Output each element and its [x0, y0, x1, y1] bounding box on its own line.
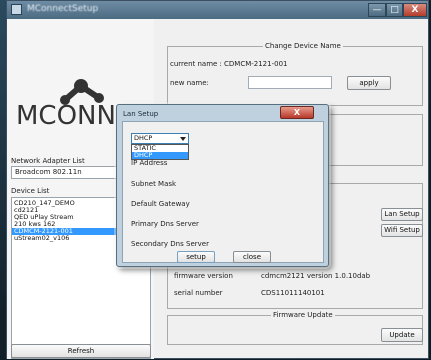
device-list-label: Device List: [11, 187, 50, 195]
setup-button[interactable]: setup: [177, 251, 215, 263]
apply-button[interactable]: apply: [347, 76, 391, 90]
refresh-button[interactable]: Refresh: [11, 344, 151, 358]
dialog-close-button[interactable]: close: [233, 251, 271, 263]
wifi-setup-button[interactable]: Wifi Setup: [381, 224, 423, 237]
new-name-label: new name:: [170, 79, 209, 87]
serial-number-label: serial number: [174, 289, 223, 297]
primary-dns-label: Primary Dns Server: [131, 220, 199, 228]
ip-mode-value: DHCP: [134, 134, 153, 142]
default-gateway-label: Default Gateway: [131, 200, 190, 208]
firmware-version-label: firmware version: [174, 272, 233, 280]
firmware-update-title: Firmware Update: [271, 311, 335, 319]
subnet-mask-label: Subnet Mask: [131, 180, 177, 188]
current-name-value: CDMCM-2121-001: [224, 60, 288, 68]
lan-setup-dialog: Lan Setup X DHCP STATIC DHCP IP Address …: [116, 104, 329, 267]
secondary-dns-label: Secondary Dns Server: [131, 240, 209, 248]
app-icon: [11, 4, 22, 15]
lan-dialog-close-icon[interactable]: X: [280, 106, 314, 119]
ip-mode-options: STATIC DHCP: [131, 144, 189, 160]
window-title: MConnectSetup: [27, 4, 99, 14]
new-name-input[interactable]: [248, 76, 332, 89]
title-bar[interactable]: MConnectSetup — □ X: [7, 1, 428, 19]
chevron-down-icon: [180, 137, 186, 141]
lan-dialog-title[interactable]: Lan Setup: [123, 110, 158, 118]
update-button[interactable]: Update: [381, 328, 423, 342]
ip-mode-select[interactable]: DHCP: [131, 133, 189, 144]
ip-address-label: IP Address: [131, 159, 168, 167]
ip-mode-option-dhcp[interactable]: DHCP: [132, 152, 188, 159]
close-button[interactable]: X: [403, 3, 427, 17]
current-name-label: current name :: [170, 60, 222, 68]
serial-number-value: CDS11011140101: [261, 289, 325, 297]
lan-dialog-body: DHCP STATIC DHCP IP Address Subnet Mask …: [122, 121, 324, 263]
minimize-button[interactable]: —: [368, 3, 386, 17]
network-adapter-label: Network Adapter List: [11, 157, 85, 165]
network-adapter-value: Broadcom 802.11n: [15, 168, 82, 176]
change-name-title: Change Device Name: [263, 42, 343, 50]
firmware-version-value: cdmcm2121 version 1.0.10dab: [261, 272, 371, 280]
maximize-button[interactable]: □: [386, 3, 403, 17]
lan-setup-button[interactable]: Lan Setup: [381, 208, 423, 221]
